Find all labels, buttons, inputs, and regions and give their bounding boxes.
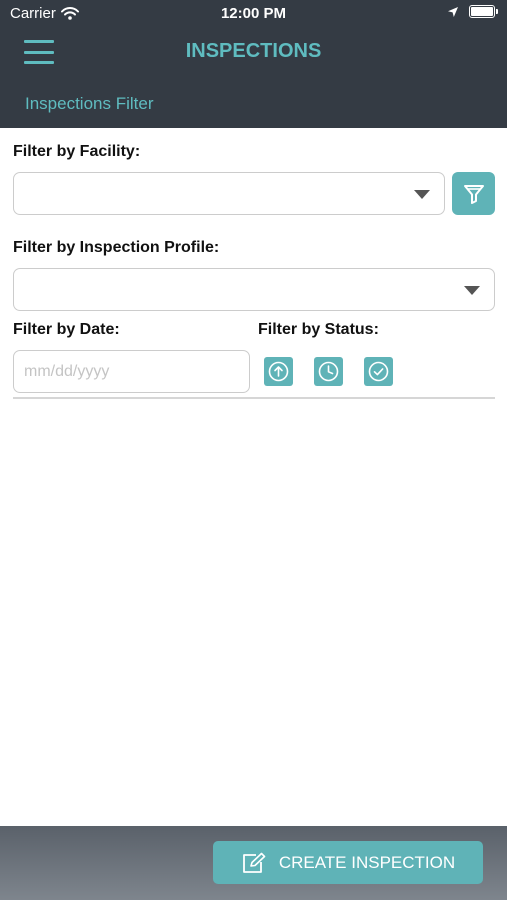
facility-select[interactable] — [13, 172, 445, 215]
edit-icon — [242, 852, 266, 873]
chevron-down-icon — [414, 190, 430, 199]
inspection-profile-select[interactable] — [13, 268, 495, 311]
status-upload-button[interactable] — [264, 357, 293, 386]
profile-filter-label: Filter by Inspection Profile: — [13, 239, 220, 256]
upload-icon — [268, 361, 289, 382]
top-bar: Carrier 12:00 PM INSPECTIONS Inspections… — [0, 0, 507, 128]
status-filter-label: Filter by Status: — [258, 321, 379, 338]
funnel-icon — [463, 184, 484, 204]
chevron-down-icon — [464, 286, 480, 295]
create-inspection-label: CREATE INSPECTION — [278, 852, 456, 872]
status-pending-button[interactable] — [314, 357, 343, 386]
battery-icon — [469, 5, 498, 18]
date-filter-label: Filter by Date: — [13, 321, 120, 338]
create-inspection-button[interactable]: CREATE INSPECTION — [213, 841, 483, 884]
facility-filter-label: Filter by Facility: — [13, 143, 141, 160]
status-bar: Carrier 12:00 PM — [0, 0, 507, 28]
check-circle-icon — [368, 361, 389, 382]
inspections-filter-heading: Inspections Filter — [25, 94, 154, 113]
location-arrow-icon — [448, 6, 458, 17]
date-input[interactable] — [13, 350, 250, 393]
status-completed-button[interactable] — [364, 357, 393, 386]
page-title: INSPECTIONS — [185, 40, 322, 62]
clock-icon — [318, 361, 339, 382]
status-time: 12:00 PM — [220, 5, 287, 22]
divider — [13, 397, 495, 399]
apply-filter-button[interactable] — [452, 172, 495, 215]
